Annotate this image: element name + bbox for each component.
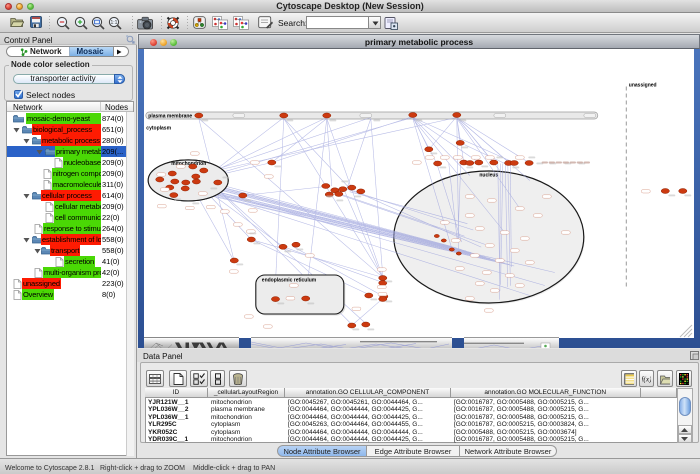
svg-text:plasma membrane: plasma membrane bbox=[148, 113, 192, 119]
svg-text:f(x): f(x) bbox=[642, 374, 651, 383]
svg-text:cytoplasm: cytoplasm bbox=[146, 125, 171, 131]
svg-text:1:1: 1:1 bbox=[111, 20, 118, 26]
svg-text:unassigned: unassigned bbox=[629, 82, 657, 88]
svg-text:nucleus: nucleus bbox=[480, 172, 499, 178]
svg-text:endoplasmic reticulum: endoplasmic reticulum bbox=[262, 277, 317, 283]
